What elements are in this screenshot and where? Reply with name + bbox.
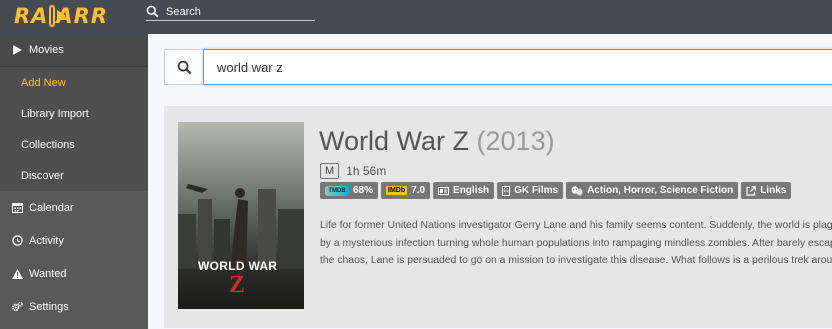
genres-label[interactable]: Action, Horror, Science Fiction <box>566 182 739 199</box>
search-icon <box>146 5 159 18</box>
movie-title-text: World War Z <box>319 126 470 156</box>
movie-search-input[interactable] <box>203 49 832 85</box>
sidebar-subitem-add-new[interactable]: Add New <box>0 67 148 98</box>
sidebar-item-label: Movies <box>29 44 64 56</box>
movies-submenu: Add New Library Import Collections Disco… <box>0 67 148 191</box>
movie-title: World War Z (2013) <box>319 126 555 157</box>
calendar-icon <box>12 202 23 213</box>
links: Links <box>760 185 787 196</box>
theater-masks-icon <box>571 185 583 196</box>
sidebar-item-wanted[interactable]: Wanted <box>0 257 148 290</box>
sidebar-subitem-library-import[interactable]: Library Import <box>0 98 148 129</box>
sidebar-item-label: Activity <box>29 234 64 247</box>
external-link-icon <box>746 185 757 196</box>
language: English <box>453 185 490 196</box>
links-label[interactable]: Links <box>741 182 792 199</box>
movie-meta: M 1h 56m <box>320 163 386 179</box>
imdb-icon: IMDb <box>386 186 408 195</box>
movie-labels: TMDB 68% IMDb 7.0 English GK Films Actio… <box>320 182 792 199</box>
language-icon <box>438 186 450 195</box>
clock-icon <box>12 235 23 246</box>
sidebar-item-movies[interactable]: Movies <box>0 34 148 67</box>
warning-icon <box>12 268 23 279</box>
tmdb-icon: TMDB <box>325 185 349 196</box>
movie-poster[interactable]: WORLD WAR Z <box>178 122 304 309</box>
movie-search <box>164 49 832 85</box>
sidebar-subitem-collections[interactable]: Collections <box>0 129 148 160</box>
header-search <box>146 3 315 21</box>
studio-label[interactable]: GK Films <box>497 182 564 199</box>
imdb-rating: 7.0 <box>411 185 426 196</box>
tmdb-rating: 68% <box>353 185 374 196</box>
imdb-rating-label[interactable]: IMDb 7.0 <box>381 182 431 199</box>
runtime: 1h 56m <box>346 164 387 178</box>
poster-city-image <box>178 184 304 269</box>
top-bar: RA ARR <box>0 0 832 34</box>
main-content: WORLD WAR Z World War Z (2013) M 1h 56m … <box>148 34 832 329</box>
poster-z: Z <box>229 272 246 298</box>
sidebar-item-settings[interactable]: Settings <box>0 290 148 323</box>
sidebar-subitem-discover[interactable]: Discover <box>0 160 148 191</box>
movie-overview: Life for former United Nations investiga… <box>320 220 832 266</box>
studio: GK Films <box>514 185 559 196</box>
poster-title: WORLD WAR <box>198 259 278 273</box>
genres: Action, Horror, Science Fiction <box>587 185 734 196</box>
header-search-input[interactable] <box>166 5 306 18</box>
sidebar-item-label: Calendar <box>29 201 74 214</box>
cogs-icon <box>12 301 23 312</box>
logo-text-left: RA <box>14 4 49 28</box>
play-icon <box>12 45 23 56</box>
sidebar-item-label: Wanted <box>29 267 67 280</box>
certification-badge: M <box>320 163 340 179</box>
language-label[interactable]: English <box>433 182 495 199</box>
search-result-card[interactable]: WORLD WAR Z World War Z (2013) M 1h 56m … <box>164 106 832 328</box>
logo-play-icon <box>49 5 67 27</box>
sidebar-item-calendar[interactable]: Calendar <box>0 191 148 224</box>
sidebar-item-activity[interactable]: Activity <box>0 224 148 257</box>
tmdb-rating-label[interactable]: TMDB 68% <box>320 182 379 199</box>
radarr-logo[interactable]: RA ARR <box>14 3 108 29</box>
search-icon <box>164 49 203 85</box>
movie-year: (2013) <box>476 126 555 156</box>
building-icon <box>502 185 511 196</box>
sidebar-item-label: Settings <box>29 300 69 313</box>
sidebar: Movies Add New Library Import Collection… <box>0 34 148 329</box>
